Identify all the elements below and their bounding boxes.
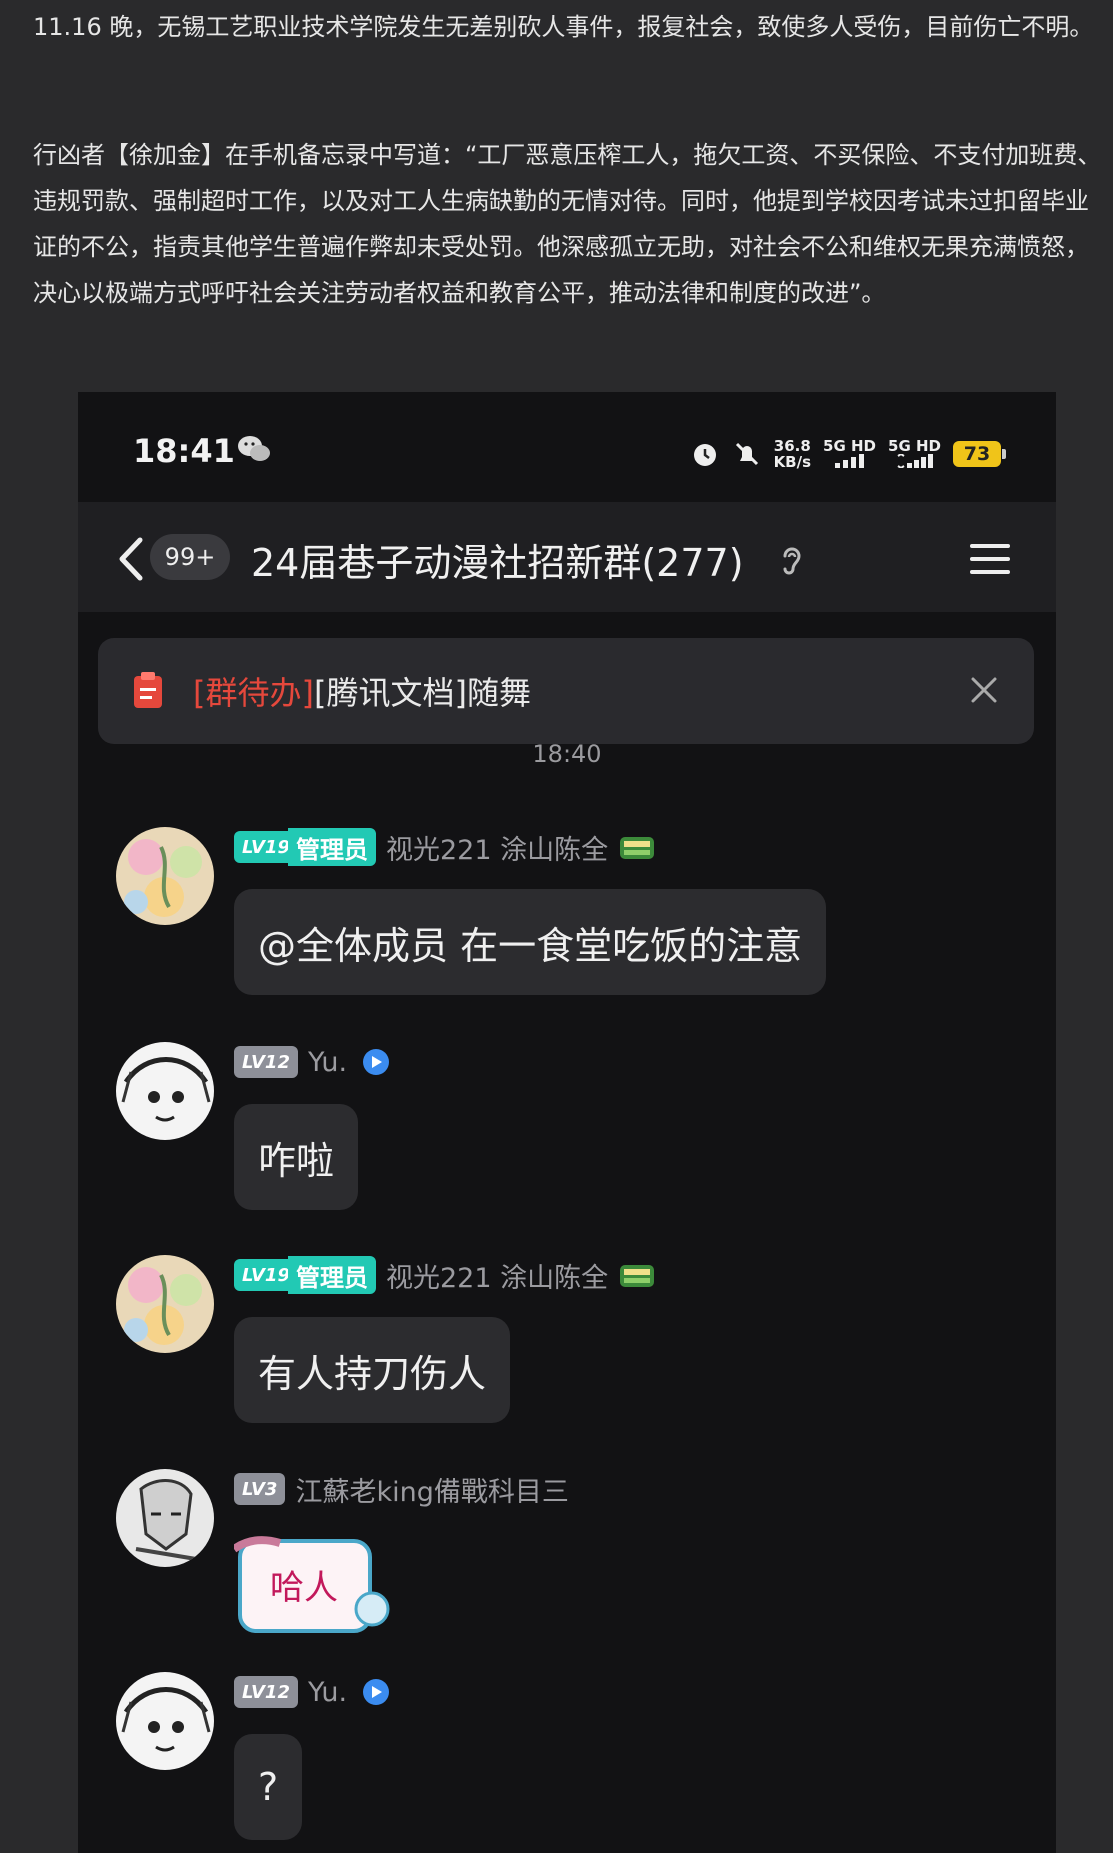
level-badge: LV3 bbox=[234, 1473, 286, 1505]
sender-meta: LV19 管理员 视光221 涂山陈全 bbox=[234, 827, 656, 867]
avatar[interactable] bbox=[116, 1042, 214, 1140]
message-item: LV12 Yu. 咋啦 bbox=[78, 1042, 1056, 1222]
message-item: LV3 江蘇老king備戰科目三 哈人 bbox=[78, 1469, 1056, 1649]
play-badge-icon bbox=[363, 1049, 390, 1075]
sender-name[interactable]: 视光221 涂山陈全 bbox=[386, 1256, 608, 1295]
article-paragraph-1: 11.16 晚，无锡工艺职业技术学院发生无差别砍人事件，报复社会，致使多人受伤，… bbox=[33, 13, 1094, 41]
wechat-icon bbox=[238, 436, 270, 461]
message-timestamp: 18:40 bbox=[532, 740, 602, 768]
play-badge-icon bbox=[363, 1679, 390, 1705]
sticker-message[interactable]: 哈人 bbox=[231, 1527, 394, 1637]
net-speed-value: 36.8 bbox=[773, 437, 811, 455]
message-bubble[interactable]: 咋啦 bbox=[234, 1104, 359, 1210]
chat-header: 99+ 24届巷子动漫社招新群(277) bbox=[78, 502, 1056, 612]
avatar-manga-image bbox=[116, 1672, 214, 1770]
signal-bars-icon bbox=[834, 453, 864, 468]
chat-screenshot: 18:41 36.8 KB/s 5G HD 5G HD 73 99+ 24届巷子… bbox=[78, 392, 1056, 1853]
sender-name[interactable]: 视光221 涂山陈全 bbox=[386, 828, 608, 867]
mute-bell-icon bbox=[735, 442, 758, 466]
message-item: LV19 管理员 视光221 涂山陈全 有人持刀伤人 bbox=[78, 1255, 1056, 1435]
avatar[interactable] bbox=[116, 1255, 214, 1353]
message-bubble[interactable]: ? bbox=[234, 1734, 303, 1840]
avatar[interactable] bbox=[116, 1672, 214, 1770]
pinned-doc-title: [腾讯文档]随舞 bbox=[313, 674, 531, 712]
pinned-todo-banner[interactable]: [群待办][腾讯文档]随舞 bbox=[98, 638, 1034, 744]
avatar-flowers-image bbox=[116, 1255, 214, 1353]
admin-level-badge: LV19 管理员 bbox=[234, 1256, 376, 1294]
sticker-image: 哈人 bbox=[231, 1536, 390, 1633]
net-speed: 36.8 KB/s bbox=[774, 438, 811, 470]
admin-level-badge: LV19 管理员 bbox=[234, 828, 376, 866]
sender-meta: LV12 Yu. bbox=[234, 1042, 395, 1082]
sticker-text: 哈人 bbox=[270, 1568, 338, 1608]
avatar-flowers-image bbox=[116, 827, 214, 925]
battery-indicator: 73 bbox=[953, 441, 1006, 467]
status-bar: 18:41 36.8 KB/s 5G HD 5G HD 73 bbox=[78, 392, 1056, 502]
train-badge-icon bbox=[620, 1265, 655, 1287]
net-speed-unit: KB/s bbox=[773, 453, 812, 471]
level-badge: LV12 bbox=[234, 1046, 298, 1078]
group-title[interactable]: 24届巷子动漫社招新群(277) bbox=[251, 532, 744, 587]
message-item: LV19 管理员 视光221 涂山陈全 @全体成员 在一食堂吃饭的注意 bbox=[78, 827, 1056, 1007]
sender-meta: LV3 江蘇老king備戰科目三 bbox=[234, 1469, 569, 1509]
avatar-sketch-image bbox=[116, 1469, 214, 1567]
avatar[interactable] bbox=[116, 1469, 214, 1567]
level-badge: LV12 bbox=[234, 1676, 298, 1708]
message-bubble[interactable]: @全体成员 在一食堂吃饭的注意 bbox=[234, 889, 827, 995]
signal-1: 5G HD bbox=[823, 438, 876, 471]
avatar-manga-image bbox=[116, 1042, 214, 1140]
signal-2: 5G HD bbox=[888, 438, 941, 471]
avatar[interactable] bbox=[116, 827, 214, 925]
close-icon[interactable] bbox=[970, 676, 998, 704]
menu-icon[interactable] bbox=[970, 542, 1010, 576]
sender-name[interactable]: Yu. bbox=[308, 1677, 347, 1708]
unread-badge[interactable]: 99+ bbox=[150, 534, 230, 580]
train-badge-icon bbox=[620, 837, 655, 859]
sender-name[interactable]: 江蘇老king備戰科目三 bbox=[295, 1470, 568, 1509]
admin-tag: 管理员 bbox=[287, 1256, 376, 1294]
pinned-text: [群待办][腾讯文档]随舞 bbox=[193, 668, 531, 714]
status-right: 36.8 KB/s 5G HD 5G HD 73 bbox=[690, 434, 1006, 474]
clipboard-icon bbox=[134, 672, 162, 708]
signal-bars-data-icon bbox=[896, 452, 933, 469]
alarm-icon bbox=[693, 444, 716, 466]
article-paragraph-2: 行凶者【徐加金】在手机备忘录中写道：“工厂恶意压榨工人，拖欠工资、不买保险、不支… bbox=[33, 141, 1102, 307]
pinned-tag: [群待办] bbox=[193, 674, 314, 712]
message-bubble[interactable]: 有人持刀伤人 bbox=[234, 1317, 511, 1423]
back-arrow-icon[interactable] bbox=[116, 536, 146, 582]
sender-meta: LV19 管理员 视光221 涂山陈全 bbox=[234, 1255, 656, 1295]
admin-tag: 管理员 bbox=[287, 828, 376, 866]
sender-name[interactable]: Yu. bbox=[308, 1047, 347, 1078]
signal-1-label: 5G HD bbox=[823, 436, 877, 455]
signal-2-label: 5G HD bbox=[888, 436, 941, 455]
ear-icon[interactable] bbox=[778, 542, 806, 578]
message-item: LV12 Yu. ? bbox=[78, 1672, 1056, 1852]
sender-meta: LV12 Yu. bbox=[234, 1672, 395, 1712]
status-time: 18:41 bbox=[133, 432, 235, 470]
